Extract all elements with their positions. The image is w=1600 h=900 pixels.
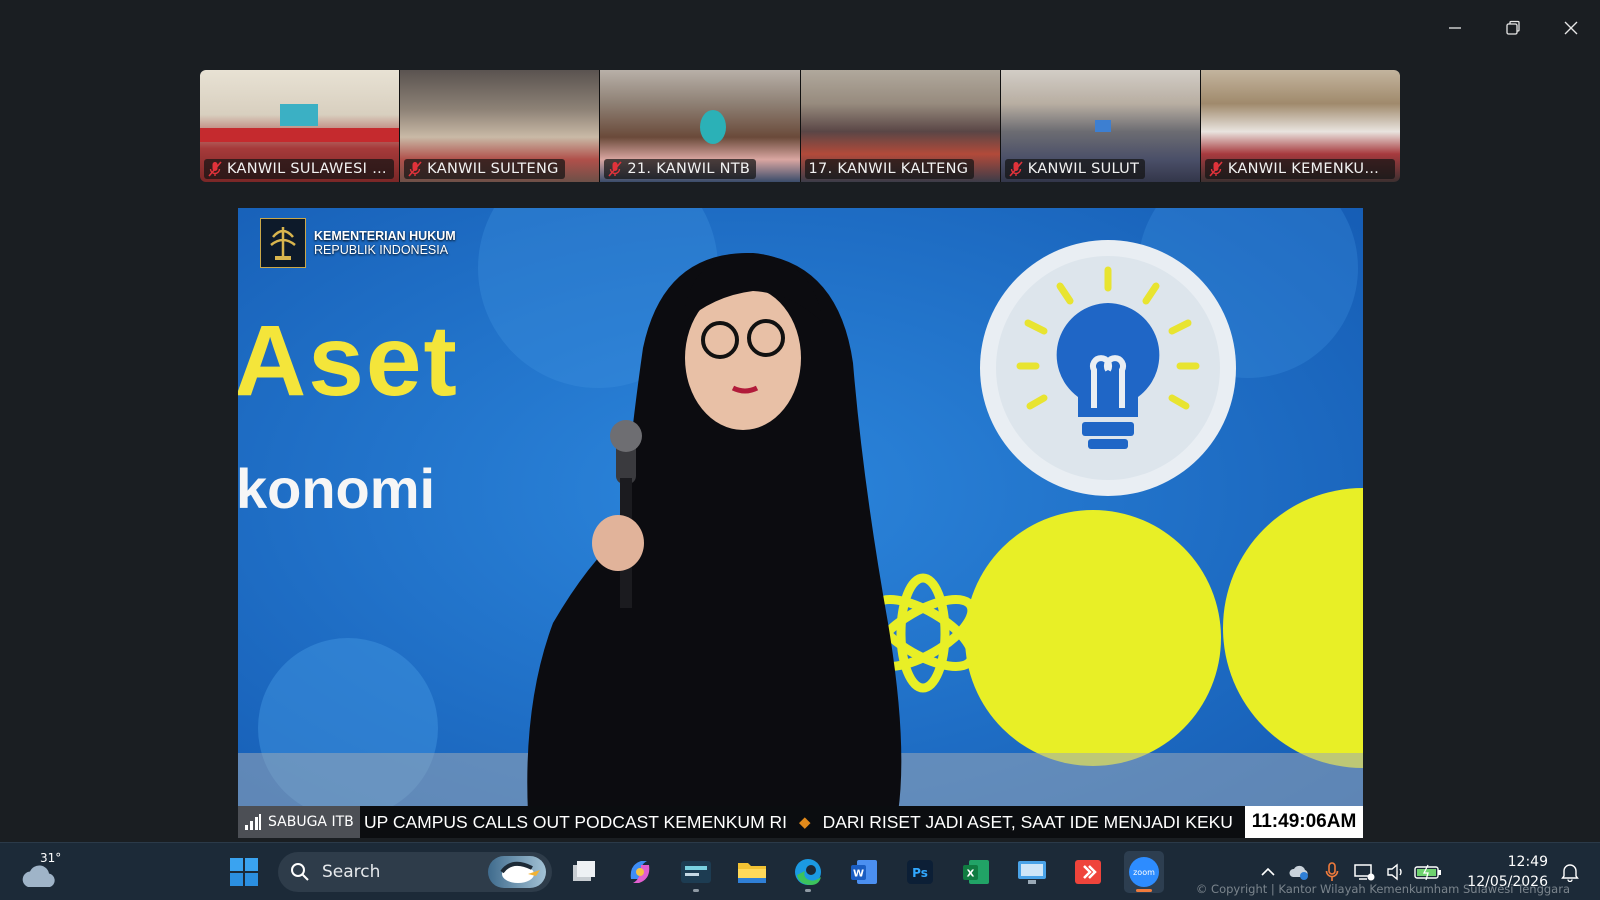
zoom-button[interactable]: zoom [1124, 851, 1164, 893]
broadcaster-logo: KEMENTERIAN HUKUM REPUBLIK INDONESIA [260, 218, 456, 268]
participant-tile[interactable]: KANWIL SULTENG [400, 70, 601, 182]
edge-browser-icon [795, 859, 821, 885]
participant-strip: KANWIL SULAWESI TE... KANWIL SULTENG 21.… [200, 70, 1400, 182]
excel-icon: X [963, 860, 989, 884]
broadcast-clock: 11:49:06AM [1245, 806, 1363, 838]
copilot-icon [630, 861, 650, 883]
participant-name: 21. KANWIL NTB [627, 161, 751, 177]
ticker-separator: ◆ [799, 814, 811, 831]
participant-name: KANWIL SULUT [1027, 161, 1140, 177]
search-placeholder: Search [322, 862, 381, 882]
logo-line-1: KEMENTERIAN HUKUM [314, 229, 456, 243]
zoom-icon: zoom [1129, 857, 1159, 887]
participant-name: 17. KANWIL KALTENG [808, 161, 969, 177]
media-app-button[interactable] [676, 851, 716, 893]
mic-muted-icon [1009, 161, 1023, 177]
participant-label: KANWIL KEMENKUM ... [1204, 159, 1395, 179]
location-tag: SABUGA ITB [238, 806, 360, 838]
participant-label: KANWIL SULUT [1004, 159, 1146, 179]
ministry-emblem-icon [260, 218, 306, 268]
video-backdrop [238, 208, 1363, 838]
network-icon [1354, 864, 1375, 881]
anydesk-icon [1075, 860, 1101, 884]
participant-label: 17. KANWIL KALTENG [804, 159, 975, 179]
main-video[interactable]: Aset konomi KEMENTERIAN HUKUM REPUBLIK I… [238, 208, 1363, 838]
search-icon [291, 863, 309, 881]
cloud-sync-icon [1289, 865, 1308, 880]
participant-tile[interactable]: 17. KANWIL KALTENG [800, 70, 1001, 182]
folder-icon [738, 863, 766, 883]
location-label: SABUGA ITB [268, 814, 354, 830]
participant-tile[interactable]: KANWIL SULAWESI TE... [200, 70, 401, 182]
photoshop-button[interactable]: Ps [900, 851, 940, 893]
ticker-headline: DARI RISET JADI ASET, SAAT IDE MENJADI K… [822, 811, 1233, 832]
clock-time: 12:49 [1507, 854, 1548, 870]
restore-icon [1506, 20, 1520, 35]
word-icon: W [851, 860, 877, 884]
anydesk-button[interactable] [1068, 851, 1108, 893]
mic-muted-icon [408, 161, 422, 177]
participant-label: KANWIL SULAWESI TE... [204, 159, 394, 179]
participant-tile[interactable]: 21. KANWIL NTB [600, 70, 801, 182]
file-explorer-button[interactable] [732, 851, 772, 893]
app-indicator [693, 889, 699, 892]
participant-tile[interactable]: KANWIL KEMENKUM ... [1200, 70, 1400, 182]
backdrop-text-ekonomi: konomi [238, 457, 436, 520]
svg-text:zoom: zoom [1133, 868, 1155, 877]
mic-muted-icon [1209, 161, 1223, 177]
participant-name: KANWIL SULAWESI TE... [227, 161, 388, 177]
participant-tile[interactable]: KANWIL SULUT [1000, 70, 1201, 182]
close-icon [1564, 21, 1578, 35]
pinned-apps: W Ps X zoom [564, 851, 1164, 893]
participant-name: KANWIL SULTENG [427, 161, 559, 177]
mic-muted-icon [208, 161, 222, 177]
photoshop-icon: Ps [907, 860, 933, 884]
task-view-icon [573, 861, 595, 881]
news-ticker: SABUGA ITB UP CAMPUS CALLS OUT PODCAST K… [238, 806, 1363, 838]
copyright-watermark: © Copyright | Kantor Wilayah Kemenkumham… [1195, 882, 1570, 896]
app-indicator [805, 889, 811, 892]
ticker-scroll: UP CAMPUS CALLS OUT PODCAST KEMENKUM RI … [360, 806, 1245, 838]
participant-label: 21. KANWIL NTB [604, 159, 757, 179]
remote-desktop-button[interactable] [1012, 851, 1052, 893]
chevron-up-icon [1261, 867, 1275, 876]
restore-button[interactable] [1484, 8, 1542, 48]
battery-charging-icon [1414, 864, 1441, 880]
participant-label: KANWIL SULTENG [404, 159, 565, 179]
svg-text:X: X [967, 869, 975, 880]
app-indicator [1136, 889, 1152, 892]
start-button[interactable] [229, 857, 259, 891]
minimize-icon [1449, 27, 1461, 29]
close-button[interactable] [1542, 8, 1600, 48]
svg-text:Ps: Ps [912, 866, 928, 880]
taskbar: 31° Search W Ps X zoom 12:49 12/05/2026 … [0, 842, 1600, 900]
mic-muted-icon [608, 161, 622, 177]
excel-button[interactable]: X [956, 851, 996, 893]
participant-name: KANWIL KEMENKUM ... [1227, 161, 1389, 177]
speaker-icon [1387, 863, 1402, 881]
search-highlight-image [488, 856, 546, 888]
svg-text:W: W [853, 869, 864, 880]
weather-temperature: 31° [40, 851, 62, 865]
word-button[interactable]: W [844, 851, 884, 893]
notification-bell-icon [1561, 864, 1579, 882]
task-view-button[interactable] [564, 851, 604, 893]
minimize-button[interactable] [1426, 8, 1484, 48]
remote-desktop-icon [1018, 861, 1046, 884]
window-controls [1426, 8, 1600, 48]
media-app-icon [681, 861, 711, 883]
signal-bars-icon [245, 814, 261, 830]
copilot-button[interactable] [620, 851, 660, 893]
ticker-headline: UP CAMPUS CALLS OUT PODCAST KEMENKUM RI [364, 811, 788, 832]
logo-line-2: REPUBLIK INDONESIA [314, 243, 449, 257]
microphone-icon [1325, 862, 1339, 881]
taskbar-search[interactable]: Search [278, 852, 552, 892]
backdrop-text-aset: Aset [238, 305, 459, 417]
windows-start-icon [230, 858, 258, 886]
edge-button[interactable] [788, 851, 828, 893]
weather-widget[interactable]: 31° [20, 851, 62, 893]
